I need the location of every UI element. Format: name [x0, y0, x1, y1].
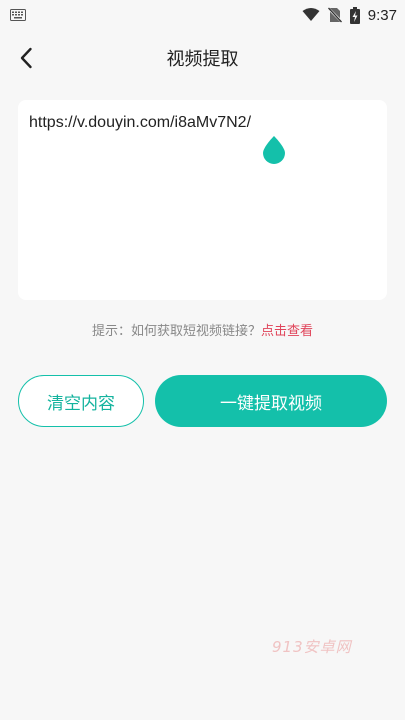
status-time: 9:37 [367, 6, 397, 24]
keyboard-icon [10, 9, 26, 21]
text-cursor-handle-icon[interactable] [262, 135, 286, 169]
back-button[interactable] [10, 42, 42, 74]
chevron-left-icon [19, 47, 33, 69]
battery-charging-icon [349, 6, 360, 24]
url-input[interactable]: https://v.douyin.com/i8aMv7N2/ [29, 114, 369, 132]
app-header: 视频提取 [0, 30, 405, 86]
clear-content-button[interactable]: 清空内容 [18, 375, 144, 427]
url-input-card[interactable]: https://v.douyin.com/i8aMv7N2/ [18, 100, 387, 300]
no-sim-icon [327, 7, 342, 23]
watermark-logo: 913安卓网 [272, 638, 352, 656]
extract-video-button[interactable]: 一键提取视频 [155, 375, 387, 427]
wifi-icon [302, 8, 320, 22]
status-bar: 9:37 [0, 0, 405, 30]
hint-text: 提示：如何获取短视频链接？点击查看 [0, 320, 405, 339]
page-title: 视频提取 [166, 49, 239, 70]
hint-prefix: 提示：如何获取短视频链接？ [91, 324, 261, 339]
view-tutorial-link[interactable]: 点击查看 [261, 324, 313, 339]
